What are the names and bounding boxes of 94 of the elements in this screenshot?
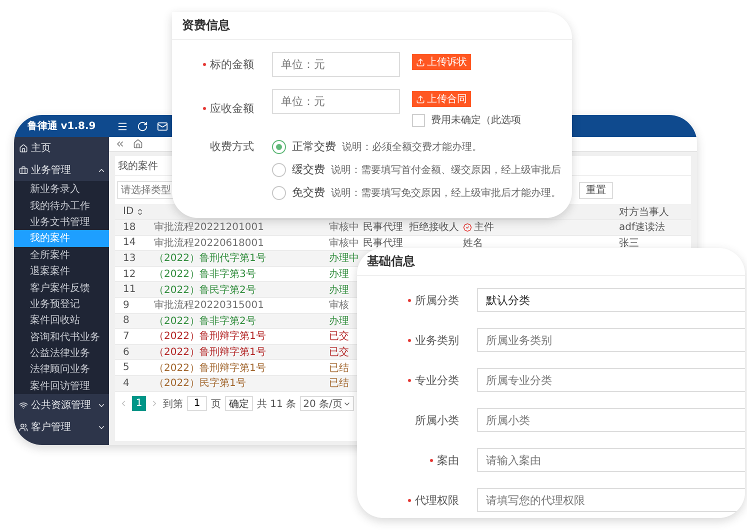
- page-size-select[interactable]: 20 条/页: [300, 396, 354, 412]
- table-cell-text: （2022）鲁刑代字第1号: [153, 252, 267, 266]
- table-cell-text: 已结: [328, 362, 350, 375]
- table-cell-text: 8: [122, 314, 130, 328]
- sidebar-item[interactable]: 公共资源管理: [14, 394, 109, 416]
- sidebar-subitem[interactable]: 法律顾问业务: [14, 361, 109, 378]
- sidebar-subitem[interactable]: 业务预登记: [14, 296, 109, 312]
- amount-input[interactable]: 单位：元: [272, 52, 400, 77]
- goto-label: 到第: [163, 398, 183, 411]
- table-cell-text: 已交: [328, 346, 350, 360]
- table-cell-text: 7: [122, 330, 130, 344]
- field-label: 应收金额: [210, 100, 254, 116]
- page-input[interactable]: 1: [187, 396, 207, 412]
- table-cell-text: 办理: [328, 268, 350, 282]
- sidebar-subitem[interactable]: 我的待办工作: [14, 197, 109, 214]
- table-cell-text: （2022）鲁刑辩字第1号: [153, 346, 267, 360]
- table-cell-text: 姓名: [462, 236, 484, 250]
- table-cell-text: 12: [122, 268, 137, 282]
- sidebar-subitem[interactable]: 公益法律业务: [14, 344, 109, 362]
- app-logo: 鲁律通 v1.8.9: [26, 120, 97, 133]
- input-field[interactable]: 请填写您的代理权限: [477, 488, 745, 512]
- table-cell-text: 14: [122, 236, 137, 250]
- table-cell: 主件: [461, 220, 617, 235]
- sidebar-subitem[interactable]: 退案案件: [14, 262, 109, 280]
- column-header[interactable]: ID: [115, 204, 152, 219]
- radio-label: 缓交费: [292, 162, 325, 177]
- table-cell-text: 办理: [328, 284, 350, 297]
- amount-input[interactable]: 单位：元: [272, 89, 400, 114]
- field-label: 代理权限: [415, 492, 459, 508]
- table-cell-text: 民事代理: [362, 220, 404, 235]
- sidebar-subitem[interactable]: 案件回访管理: [14, 378, 109, 394]
- table-cell-text: 13: [122, 252, 137, 266]
- type-select[interactable]: 请选择类型: [117, 181, 175, 199]
- table-cell-text: 审核: [328, 298, 350, 313]
- table-cell-text: （2022）鲁非字第2号: [153, 314, 257, 328]
- select-field[interactable]: 默认分类: [477, 288, 745, 312]
- table-cell-text: 审批流程20220315001: [153, 298, 265, 313]
- field-label: 案由: [437, 452, 459, 468]
- table-cell-text: adf速读法: [618, 220, 666, 235]
- checkbox-label: 费用未确定（此选项: [431, 114, 521, 127]
- table-cell-text: 审批流程20220618001: [153, 236, 265, 250]
- table-cell-text: 张三: [618, 236, 640, 250]
- sidebar-item[interactable]: 主页: [14, 137, 109, 159]
- column-header[interactable]: 对方当事人: [617, 204, 691, 219]
- table-cell-text: 11: [122, 283, 137, 297]
- input-field[interactable]: 所属小类: [477, 408, 745, 432]
- field-label: 所属小类: [415, 412, 459, 428]
- table-cell-text: 办理中: [328, 252, 360, 266]
- sidebar-subitem[interactable]: 全所案件: [14, 246, 109, 263]
- input-field[interactable]: 所属专业分类: [477, 368, 745, 392]
- table-cell-text: （2022）鲁非字第3号: [153, 268, 257, 282]
- total-count: 共 11 条: [257, 398, 296, 411]
- table-cell-text: （2022）鲁刑辩字第1号: [153, 330, 267, 344]
- table-cell-text: （2022）鲁刑辩字第1号: [153, 362, 267, 375]
- input-field[interactable]: 请输入案由: [477, 448, 745, 472]
- option-note: 说明：必须全额交费才能办理。: [342, 140, 482, 154]
- card-title: 基础信息: [357, 248, 745, 276]
- input-field[interactable]: 所属业务类别: [477, 328, 745, 352]
- option-note: 说明：需要填写免交原因，经上级审批后才能办理。: [331, 186, 561, 200]
- table-cell-text: 拒绝接收人: [408, 220, 460, 235]
- table-cell-text: 已结: [328, 376, 350, 391]
- reset-button[interactable]: 重置: [579, 182, 613, 198]
- confirm-button[interactable]: 确定: [225, 396, 253, 412]
- radio-label: 免交费: [292, 185, 325, 200]
- card-title: 资费信息: [172, 12, 572, 40]
- radio-label: 正常交费: [292, 139, 336, 154]
- sidebar-subitem[interactable]: 客户案件反馈: [14, 279, 109, 296]
- table-cell-text: 9: [122, 298, 130, 313]
- table-cell-text: （2022）鲁民字第2号: [153, 284, 257, 297]
- field-label: 所属分类: [415, 292, 459, 308]
- field-label: 标的金额: [210, 57, 254, 72]
- sidebar-item[interactable]: 客户管理: [14, 416, 109, 438]
- table-cell-text: （2022）民字第1号: [153, 376, 247, 391]
- table-cell-text: 审核中: [328, 236, 360, 250]
- table-cell-text: 审批流程20221201001: [153, 220, 265, 235]
- sidebar-subitem[interactable]: 案件回收站: [14, 312, 109, 329]
- table-cell-text: 审核中: [328, 220, 360, 235]
- option-note: 说明：需要填写首付金额、缓交原因，经上级审批后: [331, 164, 561, 176]
- table-cell-text: 6: [122, 346, 130, 360]
- table-cell-text: 已交: [328, 330, 350, 344]
- field-label: 专业分类: [415, 372, 459, 388]
- table-cell-text: 5: [122, 361, 130, 375]
- table-cell-text: 18: [122, 220, 137, 235]
- field-label: 业务类别: [415, 332, 459, 348]
- sidebar-item[interactable]: 业务管理: [14, 159, 109, 181]
- sidebar-subitem[interactable]: 业务文书管理: [14, 214, 109, 230]
- sidebar-subitem[interactable]: 咨询和代书业务: [14, 328, 109, 345]
- page-button[interactable]: 1: [132, 396, 146, 412]
- table-cell-text: 民事代理: [362, 236, 404, 250]
- field-label: 收费方式: [210, 139, 254, 154]
- page-unit: 页: [211, 398, 221, 411]
- table-cell-text: 4: [122, 376, 130, 391]
- sidebar-subitem[interactable]: 新业务录入: [14, 181, 109, 198]
- table-cell-text: 办理: [328, 314, 350, 328]
